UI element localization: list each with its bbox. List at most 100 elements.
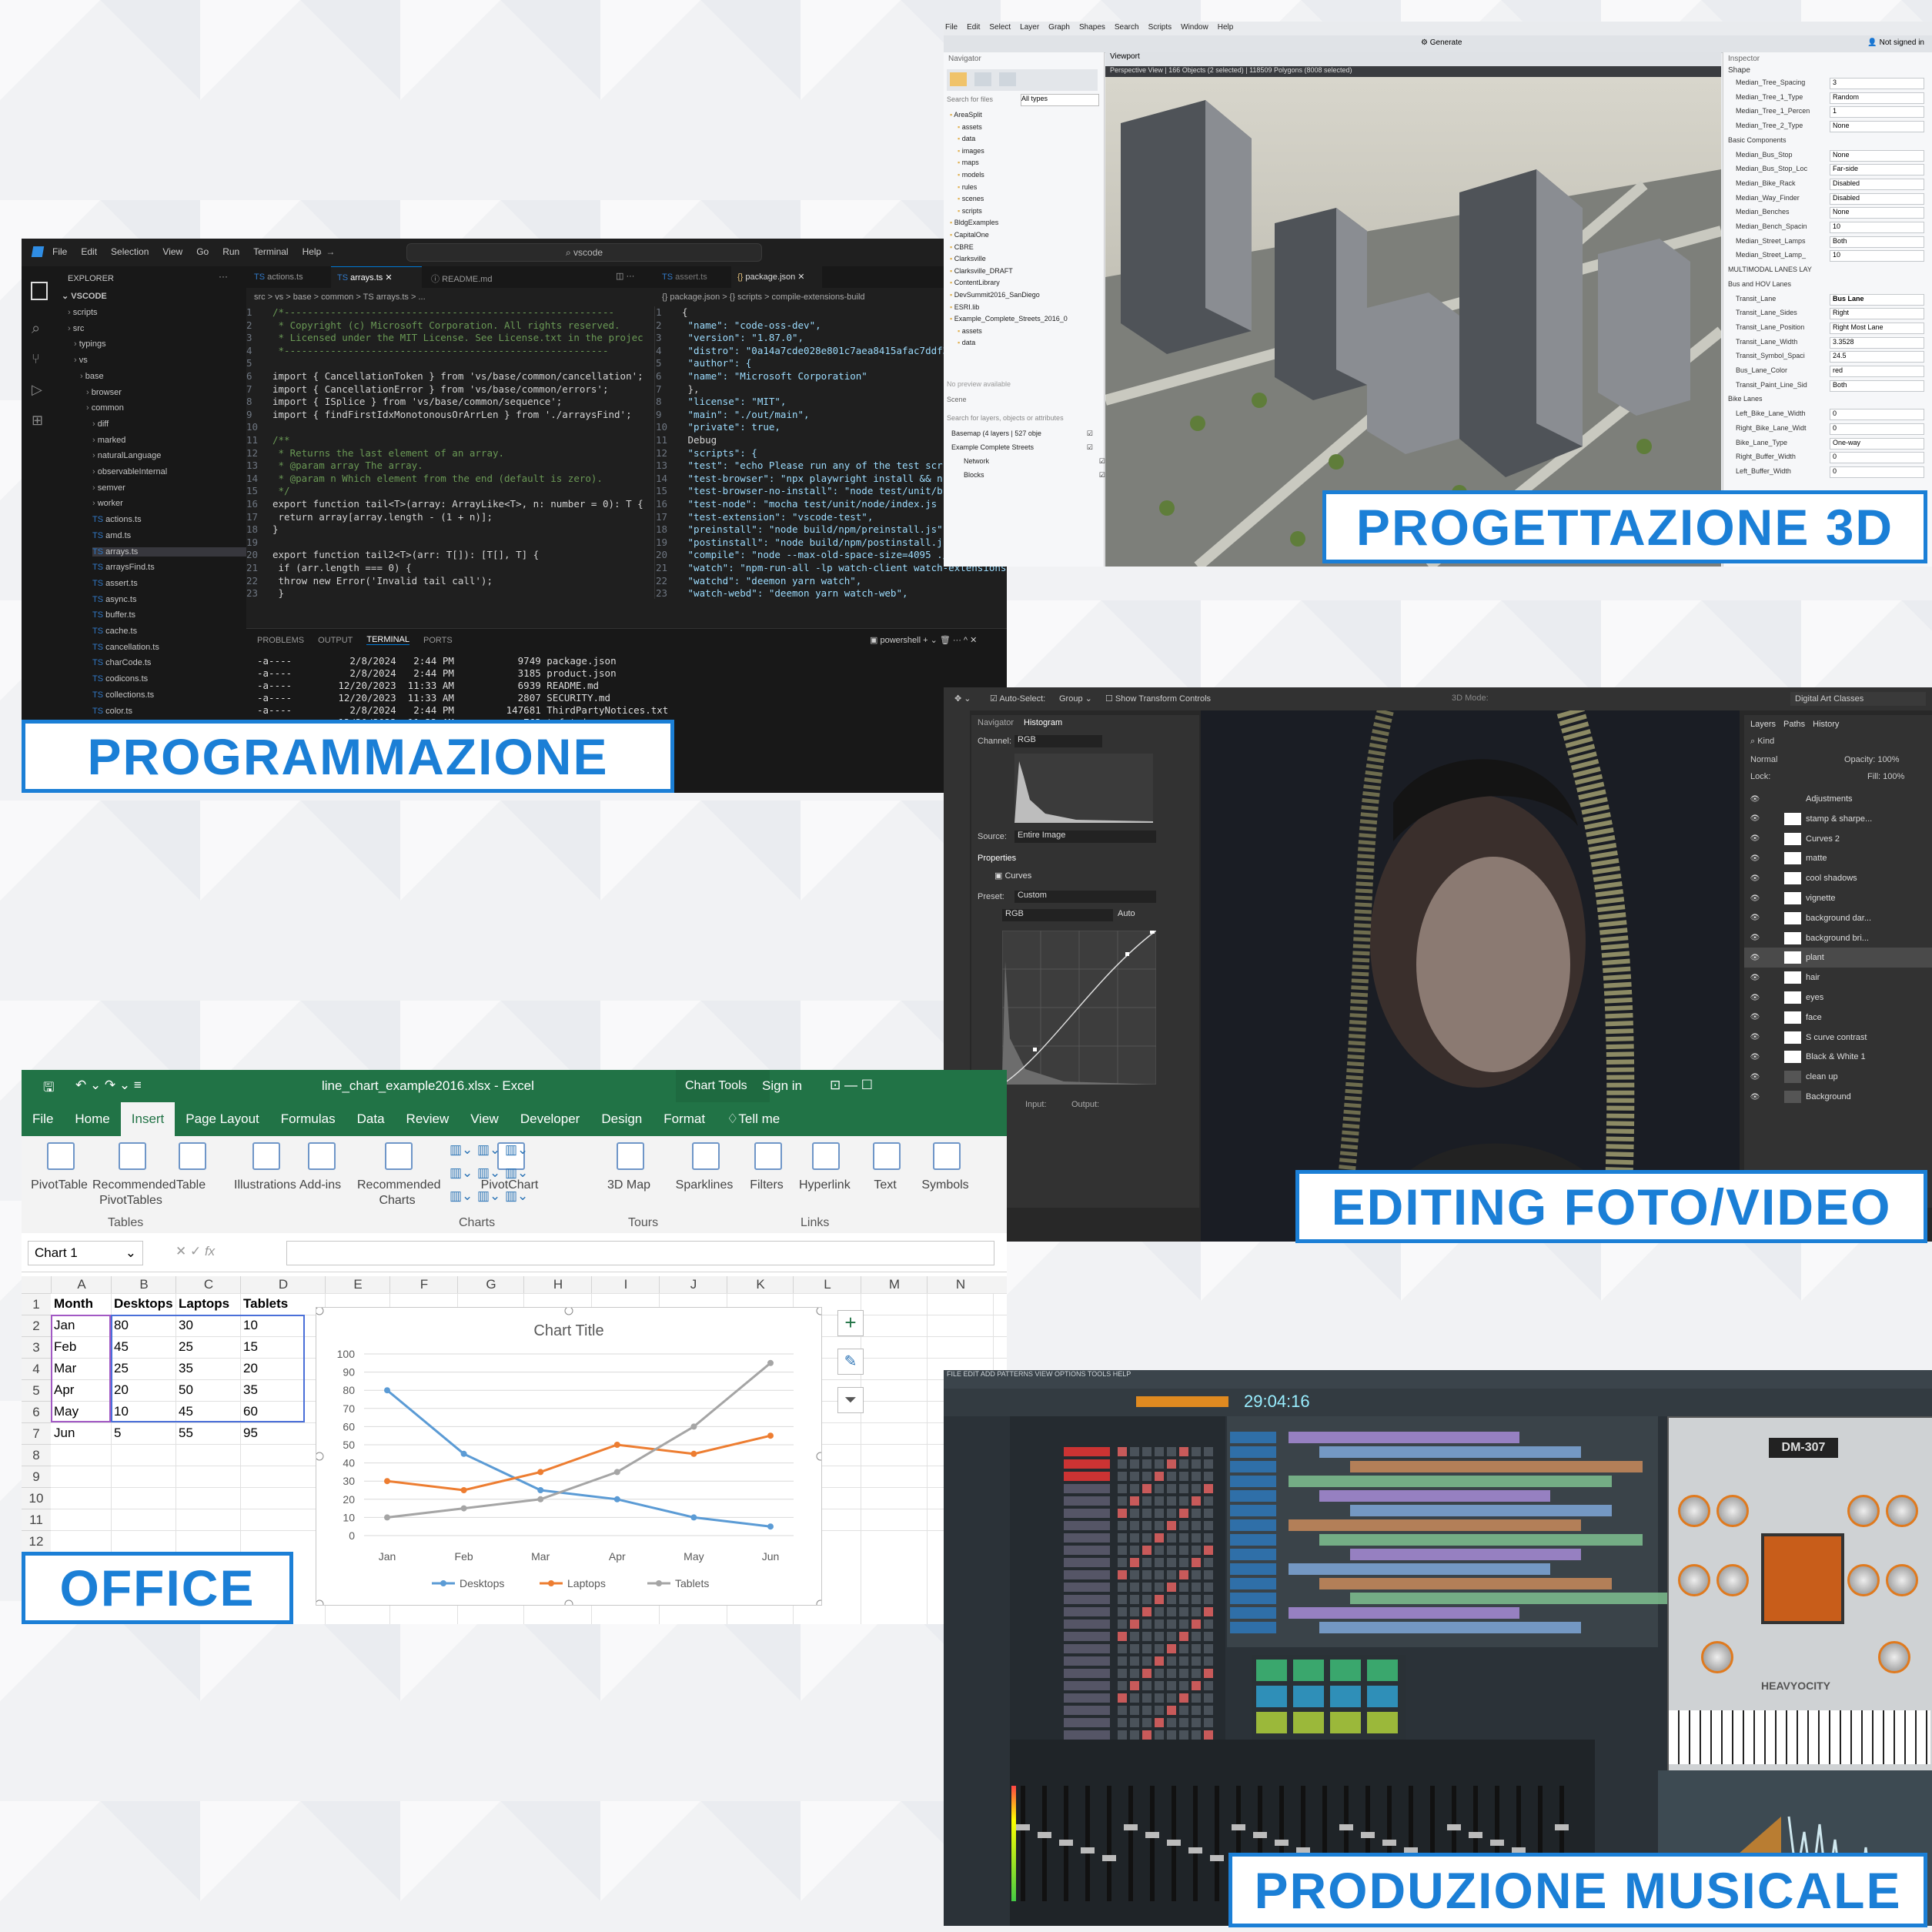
step-button[interactable] bbox=[1167, 1546, 1176, 1555]
breadcrumb[interactable]: src > vs > base > common > TS arrays.ts … bbox=[254, 292, 426, 302]
step-button[interactable] bbox=[1118, 1484, 1127, 1493]
drum-pad[interactable] bbox=[1367, 1686, 1398, 1707]
tree-item[interactable]: TS amd.ts bbox=[92, 531, 131, 540]
step-button[interactable] bbox=[1167, 1669, 1176, 1678]
step-button[interactable] bbox=[1130, 1533, 1139, 1543]
prop-value[interactable]: 0 bbox=[1830, 466, 1924, 478]
ce-tree-item[interactable]: ▪ assets bbox=[958, 327, 982, 335]
pattern-clip[interactable] bbox=[1289, 1432, 1519, 1443]
layer-row[interactable]: 👁 S curve contrast bbox=[1744, 1028, 1932, 1048]
row-header[interactable]: 7 bbox=[22, 1422, 51, 1445]
step-button[interactable] bbox=[1130, 1706, 1139, 1715]
step-button[interactable] bbox=[1179, 1459, 1188, 1469]
step-button[interactable] bbox=[1204, 1607, 1213, 1616]
data-point[interactable] bbox=[613, 1442, 620, 1448]
map-icon[interactable] bbox=[999, 72, 1016, 86]
prop-value[interactable]: Disabled bbox=[1830, 192, 1924, 205]
step-button[interactable] bbox=[1192, 1632, 1201, 1641]
tree-item[interactable]: TS cancellation.ts bbox=[92, 643, 159, 652]
step-button[interactable] bbox=[1130, 1472, 1139, 1481]
step-button[interactable] bbox=[1130, 1509, 1139, 1518]
explorer-icon[interactable] bbox=[31, 282, 48, 300]
channel-button[interactable] bbox=[1064, 1595, 1110, 1604]
ce-menu-scripts[interactable]: Scripts bbox=[1148, 23, 1172, 32]
drum-pad[interactable] bbox=[1256, 1686, 1287, 1707]
step-button[interactable] bbox=[1167, 1558, 1176, 1567]
ribbon-icon[interactable] bbox=[692, 1142, 720, 1170]
ribbon-icon[interactable] bbox=[252, 1142, 280, 1170]
ce-menu-select[interactable]: Select bbox=[989, 23, 1011, 32]
plugin-knob[interactable] bbox=[1878, 1641, 1910, 1673]
prop-value[interactable]: Both bbox=[1830, 236, 1924, 248]
split-editor-icon[interactable]: ◫ ··· bbox=[616, 271, 634, 281]
step-button[interactable] bbox=[1192, 1472, 1201, 1481]
row-header[interactable]: 6 bbox=[22, 1401, 51, 1423]
step-button[interactable] bbox=[1118, 1583, 1127, 1592]
step-button[interactable] bbox=[1192, 1669, 1201, 1678]
step-button[interactable] bbox=[1130, 1595, 1139, 1604]
step-button[interactable] bbox=[1118, 1533, 1127, 1543]
column-header[interactable]: C bbox=[175, 1276, 241, 1293]
row-header[interactable]: 10 bbox=[22, 1487, 51, 1509]
ribbon-icon[interactable] bbox=[179, 1142, 206, 1170]
ce-tree-item[interactable]: ▪ rules bbox=[958, 183, 977, 191]
column-header[interactable]: D bbox=[240, 1276, 326, 1293]
chart-elements-button[interactable]: + bbox=[837, 1310, 864, 1336]
plugin-knob[interactable] bbox=[1716, 1495, 1749, 1527]
ce-tree-item[interactable]: ▪ scenes bbox=[958, 195, 984, 202]
step-button[interactable] bbox=[1167, 1533, 1176, 1543]
opacity-field[interactable]: Opacity: 100% bbox=[1844, 755, 1900, 764]
step-button[interactable] bbox=[1167, 1459, 1176, 1469]
step-button[interactable] bbox=[1167, 1607, 1176, 1616]
data-point[interactable] bbox=[384, 1478, 390, 1485]
drum-pad[interactable] bbox=[1367, 1660, 1398, 1681]
step-button[interactable] bbox=[1118, 1656, 1127, 1666]
data-point[interactable] bbox=[690, 1450, 697, 1457]
source-control-icon[interactable]: ⑂ bbox=[32, 351, 40, 367]
step-button[interactable] bbox=[1155, 1570, 1164, 1579]
track-header[interactable] bbox=[1230, 1476, 1276, 1487]
prop-value[interactable]: Both bbox=[1830, 379, 1924, 392]
track-header[interactable] bbox=[1230, 1505, 1276, 1516]
drum-pad[interactable] bbox=[1256, 1660, 1287, 1681]
column-header[interactable]: J bbox=[659, 1276, 727, 1293]
step-button[interactable] bbox=[1142, 1595, 1152, 1604]
chart-type-icon[interactable]: ▥⌄ bbox=[505, 1142, 528, 1158]
ce-menu-layer[interactable]: Layer bbox=[1020, 23, 1039, 32]
step-button[interactable] bbox=[1142, 1693, 1152, 1703]
step-button[interactable] bbox=[1155, 1730, 1164, 1740]
step-button[interactable] bbox=[1142, 1718, 1152, 1727]
step-button[interactable] bbox=[1155, 1607, 1164, 1616]
ribbon-tab-view[interactable]: View bbox=[460, 1102, 510, 1136]
prop-value[interactable]: Right bbox=[1830, 308, 1924, 320]
drum-pad[interactable] bbox=[1293, 1686, 1324, 1707]
workspace-select[interactable]: Digital Art Classes bbox=[1790, 692, 1926, 706]
tree-item[interactable]: › src bbox=[68, 324, 84, 333]
tree-item[interactable]: TS buffer.ts bbox=[92, 610, 135, 620]
step-button[interactable] bbox=[1155, 1533, 1164, 1543]
step-button[interactable] bbox=[1142, 1459, 1152, 1469]
step-button[interactable] bbox=[1118, 1706, 1127, 1715]
tree-item[interactable]: TS arraysFind.ts bbox=[92, 563, 155, 572]
dm307-plugin[interactable]: DM-307 HEAVYOCITY bbox=[1667, 1416, 1932, 1773]
panel-tab-problems[interactable]: PROBLEMS bbox=[257, 636, 304, 645]
step-button[interactable] bbox=[1204, 1459, 1213, 1469]
step-button[interactable] bbox=[1118, 1459, 1127, 1469]
step-button[interactable] bbox=[1192, 1558, 1201, 1567]
ribbon-button[interactable]: Symbols bbox=[919, 1178, 971, 1193]
chart-type-icon[interactable]: ▥⌄ bbox=[450, 1188, 473, 1204]
menu-file[interactable]: File bbox=[52, 246, 67, 257]
channel-rack[interactable] bbox=[1010, 1416, 1225, 1740]
ce-tree-item[interactable]: ▪ data bbox=[958, 135, 975, 142]
prop-value[interactable]: red bbox=[1830, 366, 1924, 377]
tree-item[interactable]: › scripts bbox=[68, 308, 98, 317]
step-button[interactable] bbox=[1155, 1693, 1164, 1703]
step-button[interactable] bbox=[1155, 1644, 1164, 1653]
tree-item[interactable]: › marked bbox=[92, 436, 125, 445]
column-header[interactable]: G bbox=[457, 1276, 524, 1293]
fader-knob[interactable] bbox=[1339, 1824, 1353, 1830]
generate-button[interactable]: ⚙ Generate bbox=[1421, 38, 1462, 47]
blend-mode-select[interactable]: Normal bbox=[1750, 755, 1777, 764]
ribbon-icon[interactable] bbox=[119, 1142, 146, 1170]
group-select[interactable]: Group ⌄ bbox=[1059, 694, 1092, 704]
